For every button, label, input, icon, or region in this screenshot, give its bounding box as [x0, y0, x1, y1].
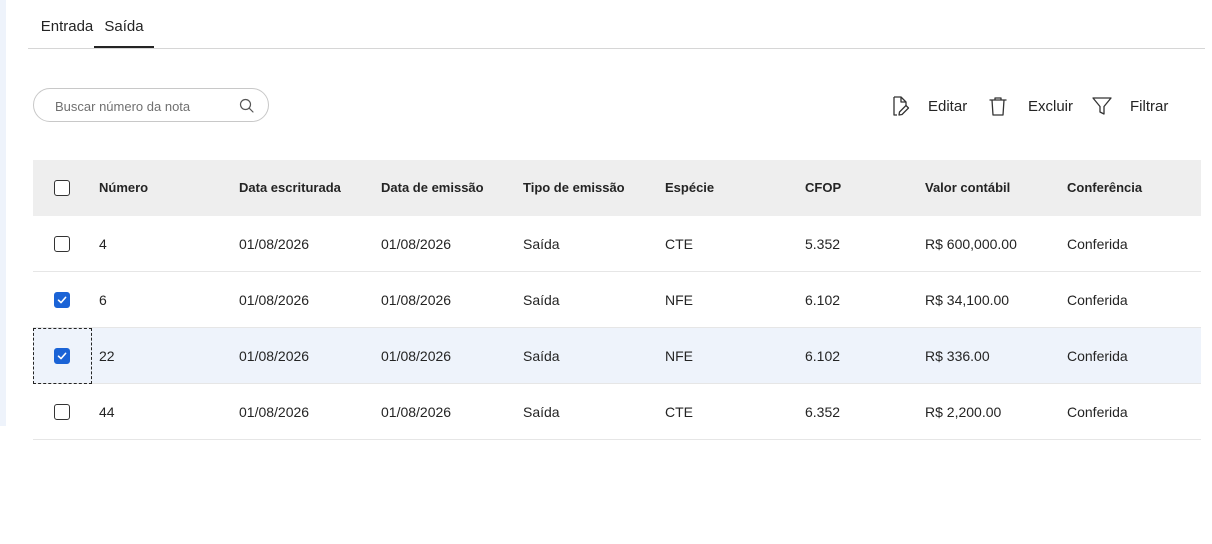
column-header-especie[interactable]: Espécie: [665, 160, 714, 216]
delete-label: Excluir: [1028, 97, 1074, 115]
row-checkbox[interactable]: [54, 292, 70, 308]
row-select-cell: [33, 384, 92, 440]
cell-data-emissao: 01/08/2026: [381, 404, 452, 420]
cell-data-escriturada: 01/08/2026: [239, 404, 310, 420]
tab-entrada[interactable]: Entrada: [36, 17, 98, 47]
cell-valor-contabil: R$ 34,100.00: [925, 292, 1010, 308]
filter-icon: [1092, 97, 1112, 115]
column-header-data-emissao[interactable]: Data de emissão: [381, 160, 484, 216]
table-row[interactable]: 22 01/08/2026 01/08/2026 Saída NFE 6.102…: [33, 328, 1201, 384]
cell-data-escriturada: 01/08/2026: [239, 292, 310, 308]
cell-especie: NFE: [665, 292, 693, 308]
tab-saida[interactable]: Saída: [94, 17, 154, 48]
column-header-cfop[interactable]: CFOP: [805, 160, 841, 216]
table-row[interactable]: 4 01/08/2026 01/08/2026 Saída CTE 5.352 …: [33, 216, 1201, 272]
left-accent-bar: [0, 0, 6, 426]
notes-table: Número Data escriturada Data de emissão …: [33, 160, 1201, 440]
cell-especie: CTE: [665, 236, 693, 252]
checkmark-icon: [57, 352, 67, 360]
cell-valor-contabil: R$ 600,000.00: [925, 236, 1017, 252]
cell-cfop: 6.102: [805, 348, 841, 364]
row-checkbox[interactable]: [54, 348, 70, 364]
row-select-cell: [33, 216, 92, 272]
checkmark-icon: [57, 296, 67, 304]
cell-tipo-emissao: Saída: [523, 404, 560, 420]
cell-data-emissao: 01/08/2026: [381, 348, 452, 364]
delete-button[interactable]: Excluir: [986, 88, 1073, 124]
cell-numero: 4: [99, 236, 107, 252]
search-icon[interactable]: [238, 97, 256, 115]
cell-cfop: 5.352: [805, 236, 841, 252]
column-header-numero[interactable]: Número: [99, 160, 148, 216]
cell-conferencia: Conferida: [1067, 404, 1128, 420]
column-header-valor-contabil[interactable]: Valor contábil: [925, 160, 1010, 216]
search-box: [33, 88, 269, 122]
cell-data-escriturada: 01/08/2026: [239, 236, 310, 252]
cell-valor-contabil: R$ 2,200.00: [925, 404, 1002, 420]
cell-conferencia: Conferida: [1067, 348, 1128, 364]
cell-numero: 6: [99, 292, 107, 308]
cell-especie: NFE: [665, 348, 693, 364]
column-header-conferencia[interactable]: Conferência: [1067, 160, 1142, 216]
trash-icon: [989, 97, 1007, 116]
cell-numero: 22: [99, 348, 115, 364]
column-header-tipo-emissao[interactable]: Tipo de emissão: [523, 160, 625, 216]
cell-conferencia: Conferida: [1067, 292, 1128, 308]
cell-tipo-emissao: Saída: [523, 292, 560, 308]
cell-tipo-emissao: Saída: [523, 348, 560, 364]
table-row[interactable]: 6 01/08/2026 01/08/2026 Saída NFE 6.102 …: [33, 272, 1201, 328]
cell-data-emissao: 01/08/2026: [381, 292, 452, 308]
row-checkbox[interactable]: [54, 236, 70, 252]
cell-cfop: 6.352: [805, 404, 841, 420]
cell-especie: CTE: [665, 404, 693, 420]
filter-button[interactable]: Filtrar: [1090, 88, 1168, 124]
tab-bar: Entrada Saída: [28, 0, 1205, 49]
filter-label: Filtrar: [1130, 97, 1169, 115]
column-header-data-escriturada[interactable]: Data escriturada: [239, 160, 341, 216]
cell-data-emissao: 01/08/2026: [381, 236, 452, 252]
cell-conferencia: Conferida: [1067, 236, 1128, 252]
cell-data-escriturada: 01/08/2026: [239, 348, 310, 364]
cell-numero: 44: [99, 404, 115, 420]
select-all-checkbox[interactable]: [54, 180, 70, 196]
table-row[interactable]: 44 01/08/2026 01/08/2026 Saída CTE 6.352…: [33, 384, 1201, 440]
cell-valor-contabil: R$ 336.00: [925, 348, 990, 364]
edit-document-icon: [893, 96, 910, 116]
table-header: Número Data escriturada Data de emissão …: [33, 160, 1201, 216]
row-select-cell: [33, 272, 92, 328]
cell-tipo-emissao: Saída: [523, 236, 560, 252]
row-checkbox[interactable]: [54, 404, 70, 420]
row-select-cell: [33, 328, 92, 384]
cell-cfop: 6.102: [805, 292, 841, 308]
select-all-cell: [33, 160, 92, 216]
edit-label: Editar: [928, 97, 968, 115]
edit-button[interactable]: Editar: [888, 88, 967, 124]
search-input[interactable]: [53, 95, 237, 117]
